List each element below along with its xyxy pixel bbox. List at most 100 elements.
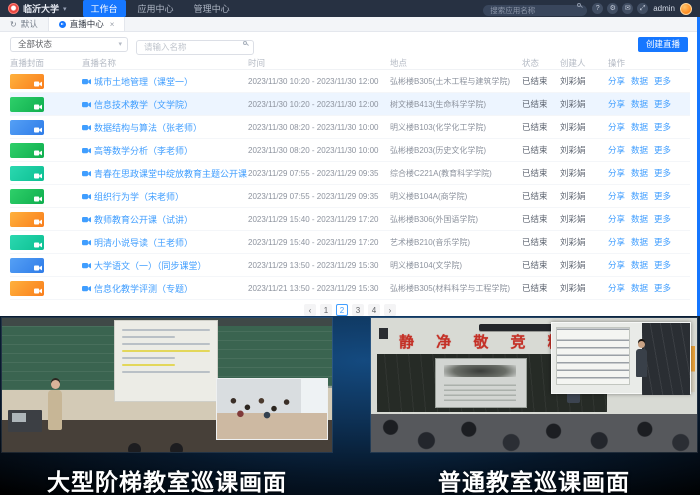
table-row[interactable]: 数据结构与算法（张老师） 2023/11/30 08:20 - 2023/11/…: [10, 116, 690, 139]
share-link[interactable]: 分享: [608, 213, 625, 225]
table-row[interactable]: 信息化教学评测（专题） 2023/11/21 13:50 - 2023/11/2…: [10, 277, 690, 300]
live-name-link[interactable]: 青春在思政课堂中绽放教育主题公开课: [94, 167, 247, 180]
share-link[interactable]: 分享: [608, 282, 625, 294]
live-thumbnail[interactable]: [10, 235, 44, 250]
table-row[interactable]: 组织行为学（宋老师） 2023/11/29 07:55 - 2023/11/29…: [10, 185, 690, 208]
camera-icon: [82, 193, 91, 200]
table-row[interactable]: 城市土地管理（课堂一） 2023/11/30 10:20 - 2023/11/3…: [10, 70, 690, 93]
live-thumbnail[interactable]: [10, 258, 44, 273]
live-name-link[interactable]: 信息化教学评测（专题）: [94, 282, 193, 295]
live-name-link[interactable]: 信息技术教学（文学院）: [94, 98, 193, 111]
name-search-input[interactable]: [136, 40, 254, 55]
live-time: 2023/11/30 08:20 - 2023/11/30 10:00: [248, 146, 390, 155]
live-creator: 刘彩娟: [560, 121, 608, 133]
data-link[interactable]: 数据: [631, 282, 648, 294]
page-button[interactable]: 4: [368, 304, 380, 316]
table-row[interactable]: 青春在思政课堂中绽放教育主题公开课 2023/11/29 07:55 - 202…: [10, 162, 690, 185]
share-link[interactable]: 分享: [608, 75, 625, 87]
table-row[interactable]: 大学语文（一）（同步课堂） 2023/11/29 13:50 - 2023/11…: [10, 254, 690, 277]
live-name-link[interactable]: 大学语文（一）（同步课堂）: [94, 259, 207, 272]
more-link[interactable]: 更多: [654, 282, 671, 294]
live-thumbnail[interactable]: [10, 166, 44, 181]
more-link[interactable]: 更多: [654, 213, 671, 225]
live-name-link[interactable]: 组织行为学（宋老师）: [94, 190, 184, 203]
more-link[interactable]: 更多: [654, 121, 671, 133]
data-link[interactable]: 数据: [631, 236, 648, 248]
next-page-button[interactable]: ›: [384, 304, 396, 316]
data-link[interactable]: 数据: [631, 167, 648, 179]
classroom-video-feed[interactable]: 静 净 敬 竞 精: [371, 318, 697, 452]
page-button[interactable]: 3: [352, 304, 364, 316]
live-name-link[interactable]: 高等数学分析（李老师）: [94, 144, 193, 157]
data-link[interactable]: 数据: [631, 75, 648, 87]
live-status-badge: 已结束: [522, 213, 560, 225]
menu-item[interactable]: 应用中心: [130, 0, 182, 17]
close-icon[interactable]: ×: [110, 20, 115, 29]
live-name-link[interactable]: 数据结构与算法（张老师）: [94, 121, 202, 134]
live-name-link[interactable]: 教师教育公开课（试讲）: [94, 213, 193, 226]
live-thumbnail[interactable]: [10, 189, 44, 204]
share-link[interactable]: 分享: [608, 190, 625, 202]
data-link[interactable]: 数据: [631, 121, 648, 133]
live-thumbnail[interactable]: [10, 212, 44, 227]
menu-item[interactable]: 工作台: [83, 0, 126, 17]
more-link[interactable]: 更多: [654, 236, 671, 248]
more-link[interactable]: 更多: [654, 75, 671, 87]
tab-default[interactable]: ↻ 默认: [0, 17, 49, 31]
page-button[interactable]: 1: [320, 304, 332, 316]
share-link[interactable]: 分享: [608, 98, 625, 110]
data-link[interactable]: 数据: [631, 190, 648, 202]
live-thumbnail[interactable]: [10, 120, 44, 135]
share-link[interactable]: 分享: [608, 144, 625, 156]
avatar[interactable]: [680, 3, 692, 15]
share-link[interactable]: 分享: [608, 259, 625, 271]
message-icon[interactable]: ✉: [622, 3, 633, 14]
table-row[interactable]: 信息技术教学（文学院） 2023/11/30 10:20 - 2023/11/3…: [10, 93, 690, 116]
live-thumbnail[interactable]: [10, 143, 44, 158]
live-thumbnail[interactable]: [10, 281, 44, 296]
data-link[interactable]: 数据: [631, 213, 648, 225]
live-creator: 刘彩娟: [560, 259, 608, 271]
camera-icon: [82, 239, 91, 246]
data-link[interactable]: 数据: [631, 98, 648, 110]
camera-icon: [34, 104, 42, 110]
more-link[interactable]: 更多: [654, 98, 671, 110]
data-link[interactable]: 数据: [631, 144, 648, 156]
brand-name: 临沂大学: [23, 2, 59, 15]
app-search-input[interactable]: [483, 5, 587, 16]
live-location: 综合楼C221A(教育科学学院): [390, 168, 522, 179]
page-buttons: 1234: [320, 304, 380, 316]
more-link[interactable]: 更多: [654, 259, 671, 271]
camera-icon: [34, 219, 42, 225]
table-row[interactable]: 教师教育公开课（试讲） 2023/11/29 15:40 - 2023/11/2…: [10, 208, 690, 231]
row-actions: 分享 数据 更多: [608, 236, 684, 248]
refresh-icon[interactable]: ↻: [10, 20, 17, 29]
gear-icon[interactable]: ⚙: [607, 3, 618, 14]
lecture-hall-video-feed[interactable]: [2, 318, 332, 452]
more-link[interactable]: 更多: [654, 144, 671, 156]
share-link[interactable]: 分享: [608, 236, 625, 248]
prev-page-button[interactable]: ‹: [304, 304, 316, 316]
table-row[interactable]: 高等数学分析（李老师） 2023/11/30 08:20 - 2023/11/3…: [10, 139, 690, 162]
row-actions: 分享 数据 更多: [608, 167, 684, 179]
live-thumbnail[interactable]: [10, 74, 44, 89]
menu-item[interactable]: 管理中心: [186, 0, 238, 17]
help-icon[interactable]: ?: [592, 3, 603, 14]
status-filter-select[interactable]: 全部状态 ▾: [10, 37, 128, 52]
table-row[interactable]: 明清小说导读（王老师） 2023/11/29 15:40 - 2023/11/2…: [10, 231, 690, 254]
share-link[interactable]: 分享: [608, 121, 625, 133]
share-link[interactable]: 分享: [608, 167, 625, 179]
data-link[interactable]: 数据: [631, 259, 648, 271]
brand[interactable]: 临沂大学 ▾: [8, 2, 67, 15]
camera-icon: [82, 170, 91, 177]
page-button[interactable]: 2: [336, 304, 348, 316]
fullscreen-icon[interactable]: ⤢: [637, 3, 648, 14]
create-live-button[interactable]: 创建直播: [638, 37, 688, 52]
live-location: 弘彬楼B305(土木工程与建筑学院): [390, 76, 522, 87]
tab-live-center[interactable]: 直播中心 ×: [49, 17, 126, 31]
more-link[interactable]: 更多: [654, 167, 671, 179]
live-name-link[interactable]: 城市土地管理（课堂一）: [94, 75, 193, 88]
live-thumbnail[interactable]: [10, 97, 44, 112]
live-name-link[interactable]: 明清小说导读（王老师）: [94, 236, 193, 249]
more-link[interactable]: 更多: [654, 190, 671, 202]
